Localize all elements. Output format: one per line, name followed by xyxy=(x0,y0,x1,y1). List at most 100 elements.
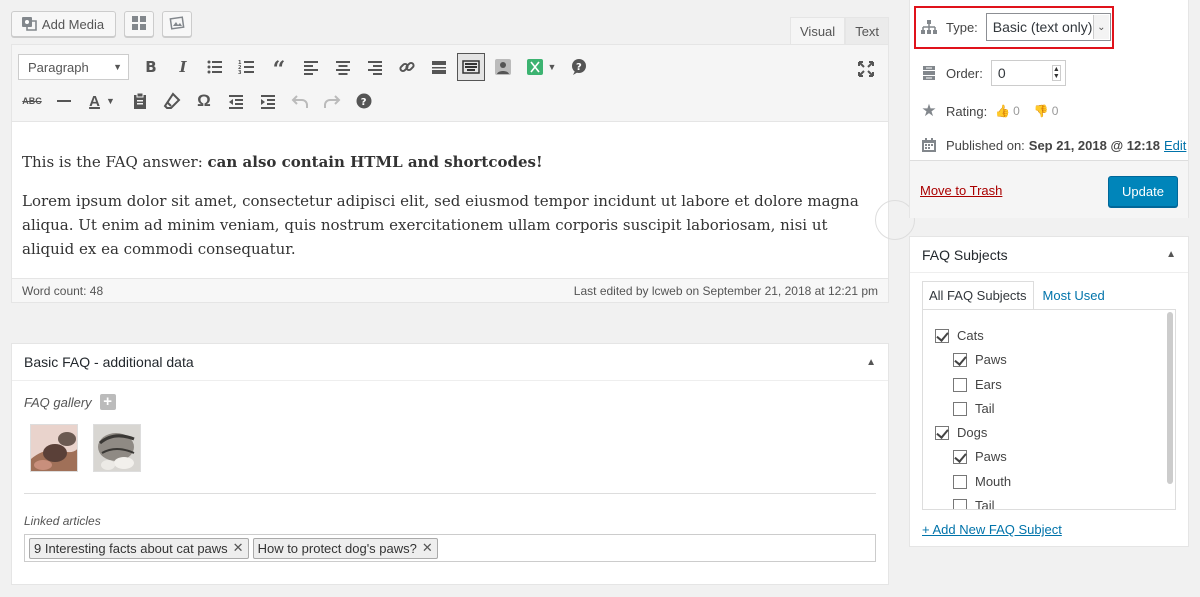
basic-faq-box: Basic FAQ - additional data ▲ FAQ galler… xyxy=(11,343,889,585)
type-label: Type: xyxy=(946,19,978,35)
basic-faq-box-title: Basic FAQ - additional data xyxy=(24,354,194,370)
published-label: Published on: xyxy=(946,138,1025,153)
faq-gallery-label: FAQ gallery + xyxy=(24,394,116,410)
remove-tag-icon[interactable]: ✕ xyxy=(422,540,433,556)
speech-bubble-icon: ? xyxy=(572,59,586,75)
subject-checkbox[interactable] xyxy=(953,474,967,489)
subject-checkbox[interactable] xyxy=(953,401,967,416)
subject-item[interactable]: Paws xyxy=(953,352,1007,367)
subject-item[interactable]: Tail xyxy=(953,498,995,509)
update-button[interactable]: Update xyxy=(1108,176,1178,207)
faq-subjects-header[interactable]: FAQ Subjects ▲ xyxy=(910,237,1188,273)
type-select[interactable]: Basic (text only) ⌄ xyxy=(985,13,1111,41)
subject-item[interactable]: Paws xyxy=(953,449,1007,464)
keyboard-shortcuts-button[interactable]: ? xyxy=(350,87,378,115)
thumbs-down: 👎 0 xyxy=(1034,104,1059,118)
undo-icon xyxy=(291,95,308,108)
subject-label: Tail xyxy=(975,401,995,416)
format-select[interactable]: Paragraph ▼ xyxy=(18,54,129,80)
remove-tag-icon[interactable]: ✕ xyxy=(233,540,244,556)
order-input[interactable]: 0 ▲ ▼ xyxy=(990,60,1066,86)
subject-checkbox[interactable] xyxy=(953,377,967,392)
editor-content[interactable]: This is the FAQ answer: can also contain… xyxy=(12,122,888,261)
add-media-button[interactable]: Add Media xyxy=(11,11,116,37)
spinner-icon[interactable]: ▲ ▼ xyxy=(1051,65,1061,81)
tab-most-used[interactable]: Most Used xyxy=(1034,281,1111,310)
indent-button[interactable] xyxy=(254,87,282,115)
redo-icon xyxy=(324,95,341,108)
subject-checkbox[interactable] xyxy=(935,425,949,440)
rating-row: ★ Rating: 👍 0 👎 0 xyxy=(920,101,1064,120)
tab-visual[interactable]: Visual xyxy=(790,17,846,44)
insert-link-button[interactable] xyxy=(393,53,421,81)
text-color-button[interactable]: A ▼ xyxy=(82,87,122,115)
align-right-button[interactable] xyxy=(361,53,389,81)
linked-article-label: How to protect dog's paws? xyxy=(257,540,417,556)
edit-date-link[interactable]: Edit xyxy=(1164,138,1186,153)
align-center-button[interactable] xyxy=(329,53,357,81)
gallery-thumbnail[interactable] xyxy=(93,424,141,472)
subject-label: Mouth xyxy=(975,474,1012,489)
user-shortcode-button[interactable] xyxy=(489,53,517,81)
add-gallery-image-button[interactable]: + xyxy=(99,394,116,410)
move-to-trash-link[interactable]: Move to Trash xyxy=(920,183,1002,198)
bullet-list-button[interactable] xyxy=(201,53,229,81)
special-character-button[interactable]: Ω xyxy=(190,87,218,115)
subject-item[interactable]: Mouth xyxy=(953,474,1011,489)
rating-up-value: 0 xyxy=(1013,104,1020,118)
subject-checkbox[interactable] xyxy=(935,328,949,343)
collapse-arrow-icon[interactable]: ▲ xyxy=(1166,249,1176,260)
cat-paws-image xyxy=(94,425,140,471)
subject-item[interactable]: Ears xyxy=(953,377,1002,392)
content-paragraph-2: Lorem ipsum dolor sit amet, consectetur … xyxy=(22,192,859,258)
bold-icon: B xyxy=(145,58,157,76)
paste-text-button[interactable] xyxy=(126,87,154,115)
gallery-thumbnail[interactable] xyxy=(30,424,78,472)
indent-icon xyxy=(261,95,275,109)
add-new-faq-subject-link[interactable]: + Add New FAQ Subject xyxy=(922,522,1062,537)
chevron-down-icon: ▼ xyxy=(113,62,122,72)
basic-faq-box-header[interactable]: Basic FAQ - additional data ▲ xyxy=(12,344,888,381)
linked-articles-field[interactable]: 9 Interesting facts about cat paws ✕ How… xyxy=(24,534,876,562)
layout-grid-button[interactable] xyxy=(124,11,154,37)
read-more-button[interactable] xyxy=(425,53,453,81)
collapse-arrow-icon[interactable]: ▲ xyxy=(866,357,876,368)
editor-toolbar: Paragraph ▼ B I 123 “ ▼ ? ABC A ▼ Ω ? xyxy=(12,45,888,122)
fullscreen-button[interactable] xyxy=(852,55,880,83)
subject-checkbox[interactable] xyxy=(953,498,967,509)
align-left-button[interactable] xyxy=(297,53,325,81)
strikethrough-icon: ABC xyxy=(22,96,42,106)
subject-checkbox[interactable] xyxy=(953,352,967,367)
excel-dropdown-button[interactable]: ▼ xyxy=(521,53,561,81)
scrollbar[interactable] xyxy=(1167,312,1173,484)
subject-label: Paws xyxy=(975,352,1007,367)
subject-checkbox[interactable] xyxy=(953,449,967,464)
subject-item[interactable]: Tail xyxy=(953,401,995,416)
subject-item[interactable]: Cats xyxy=(935,328,984,343)
content-paragraph-1: This is the FAQ answer: can also contain… xyxy=(22,150,878,174)
redo-button[interactable] xyxy=(318,87,346,115)
clear-formatting-button[interactable] xyxy=(158,87,186,115)
blockquote-button[interactable]: “ xyxy=(265,53,293,81)
bold-button[interactable]: B xyxy=(137,53,165,81)
faq-subjects-title: FAQ Subjects xyxy=(922,246,1008,263)
add-gallery-button[interactable] xyxy=(162,11,192,37)
tab-text[interactable]: Text xyxy=(845,17,890,44)
subject-item[interactable]: Dogs xyxy=(935,425,987,440)
italic-button[interactable]: I xyxy=(169,53,197,81)
undo-button[interactable] xyxy=(286,87,314,115)
help-bubble-button[interactable]: ? xyxy=(565,53,593,81)
add-media-label: Add Media xyxy=(41,16,105,32)
outdent-button[interactable] xyxy=(222,87,250,115)
faq-subjects-tabs: All FAQ Subjects Most Used xyxy=(922,281,1111,310)
toolbar-toggle-button[interactable] xyxy=(457,53,485,81)
svg-text:?: ? xyxy=(576,62,582,73)
published-label-text: Published on: xyxy=(946,137,1025,153)
italic-icon: I xyxy=(179,58,187,76)
numbered-list-button[interactable]: 123 xyxy=(233,53,261,81)
image-icon xyxy=(169,15,185,34)
strikethrough-button[interactable]: ABC xyxy=(18,87,46,115)
tab-all-faq-subjects[interactable]: All FAQ Subjects xyxy=(922,281,1034,310)
type-select-value: Basic (text only) xyxy=(992,19,1093,35)
horizontal-line-button[interactable] xyxy=(50,87,78,115)
